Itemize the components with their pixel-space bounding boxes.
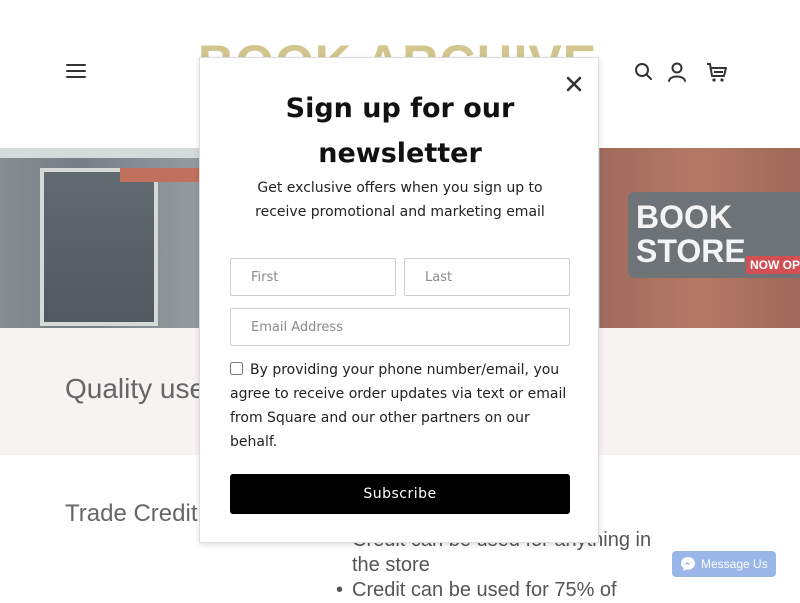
- last-name-field[interactable]: [404, 258, 570, 296]
- first-name-field[interactable]: [230, 258, 396, 296]
- consent-checkbox[interactable]: [230, 362, 243, 375]
- subscribe-button[interactable]: Subscribe: [230, 474, 570, 514]
- menu-icon[interactable]: [66, 64, 86, 80]
- bullet: •: [336, 579, 344, 601]
- credit-item-text: Credit can be used for 75% of: [352, 579, 617, 601]
- messenger-icon: [680, 556, 696, 572]
- consent-text: By providing your phone number/email, yo…: [230, 362, 567, 450]
- cart-icon[interactable]: [705, 60, 729, 84]
- newsletter-modal: Sign up for our newsletter Get exclusive…: [199, 57, 599, 543]
- message-us-button[interactable]: Message Us: [672, 551, 776, 577]
- consent-row: By providing your phone number/email, yo…: [230, 358, 574, 454]
- message-us-label: Message Us: [701, 557, 768, 571]
- list-item: • Credit can be used for 75% of: [336, 578, 666, 603]
- email-field[interactable]: [230, 308, 570, 346]
- modal-title: Sign up for our newsletter: [285, 93, 515, 169]
- account-icon[interactable]: [665, 60, 689, 84]
- modal-subtitle: Get exclusive offers when you sign up to…: [255, 180, 545, 220]
- trade-credit-title: Trade Credit: [65, 500, 198, 527]
- search-icon[interactable]: [632, 60, 656, 84]
